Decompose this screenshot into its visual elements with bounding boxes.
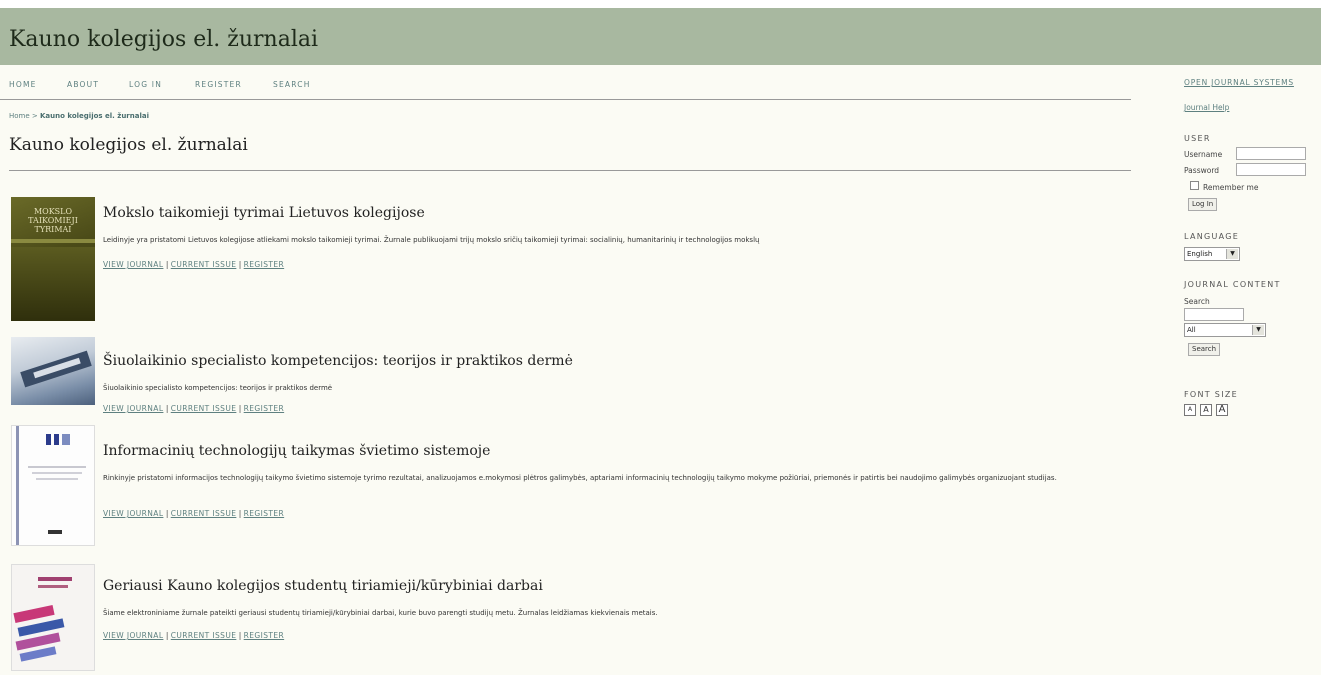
journal-cover-image[interactable]: MOKSLO TAIKOMIEJI TYRIMAI (11, 197, 95, 321)
current-issue-link[interactable]: CURRENT ISSUE (171, 631, 237, 640)
password-label: Password (1184, 166, 1220, 175)
current-issue-link[interactable]: CURRENT ISSUE (171, 404, 237, 413)
link-separator: | (238, 404, 242, 413)
journal-cover-image[interactable] (11, 337, 95, 405)
link-separator: | (165, 260, 169, 269)
journal-description: Rinkinyje pristatomi informacijos techno… (103, 474, 1057, 482)
page-title: Kauno kolegijos el. žurnalai (9, 135, 248, 155)
nav-log-in[interactable]: LOG IN (129, 80, 162, 89)
journal-title[interactable]: Šiuolaikinio specialisto kompetencijos: … (103, 353, 573, 369)
journal-title[interactable]: Mokslo taikomieji tyrimai Lietuvos koleg… (103, 205, 425, 221)
open-journal-systems-link[interactable]: OPEN JOURNAL SYSTEMS (1184, 78, 1294, 87)
language-selected-value: English (1187, 250, 1213, 258)
font-size-small-button[interactable]: A (1184, 404, 1196, 416)
login-button[interactable]: Log In (1188, 198, 1218, 211)
search-label: Search (1184, 297, 1210, 306)
breadcrumb: Home > Kauno kolegijos el. žurnalai (9, 112, 149, 120)
link-separator: | (238, 260, 242, 269)
register-link[interactable]: REGISTER (244, 260, 284, 269)
language-select[interactable]: English ▼ (1184, 247, 1240, 261)
journal-help-link[interactable]: Journal Help (1184, 103, 1229, 112)
journal-title[interactable]: Informacinių technologijų taikymas šviet… (103, 443, 490, 459)
top-navigation: HOME ABOUT LOG IN REGISTER SEARCH (0, 78, 1131, 100)
search-scope-selected-value: All (1187, 326, 1196, 334)
title-divider (9, 170, 1131, 171)
journal-content-heading: JOURNAL CONTENT (1184, 280, 1281, 289)
cover-title-line: MOKSLO (33, 207, 73, 216)
link-separator: | (165, 404, 169, 413)
font-size-controls: A A A (1184, 404, 1244, 418)
link-separator: | (238, 509, 242, 518)
password-field[interactable] (1236, 163, 1306, 176)
journal-title[interactable]: Geriausi Kauno kolegijos studentų tiriam… (103, 578, 543, 594)
nav-register[interactable]: REGISTER (195, 80, 242, 89)
journal-cover-image[interactable] (11, 564, 95, 671)
remember-me-label: Remember me (1203, 183, 1259, 192)
journal-description: Šiame elektroniniame žurnale pateikti ge… (103, 609, 658, 617)
breadcrumb-home[interactable]: Home (9, 112, 30, 120)
font-size-heading: FONT SIZE (1184, 390, 1238, 399)
breadcrumb-current: Kauno kolegijos el. žurnalai (40, 112, 149, 120)
register-link[interactable]: REGISTER (244, 509, 284, 518)
current-issue-link[interactable]: CURRENT ISSUE (171, 509, 237, 518)
breadcrumb-separator: > (29, 112, 40, 120)
link-separator: | (238, 631, 242, 640)
page: Kauno kolegijos el. žurnalai HOME ABOUT … (0, 8, 1321, 675)
user-heading: USER (1184, 134, 1211, 143)
journal-cover-image[interactable] (11, 425, 95, 546)
site-title: Kauno kolegijos el. žurnalai (9, 27, 319, 52)
username-field[interactable] (1236, 147, 1306, 160)
username-label: Username (1184, 150, 1223, 159)
nav-about[interactable]: ABOUT (67, 80, 99, 89)
current-issue-link[interactable]: CURRENT ISSUE (171, 260, 237, 269)
font-size-large-button[interactable]: A (1216, 404, 1228, 416)
nav-home[interactable]: HOME (9, 80, 37, 89)
chevron-down-icon: ▼ (1252, 325, 1264, 335)
cover-title-line: TYRIMAI (34, 225, 72, 234)
view-journal-link[interactable]: VIEW JOURNAL (103, 509, 163, 518)
journal-links: VIEW JOURNAL | CURRENT ISSUE | REGISTER (103, 404, 284, 413)
journal-links: VIEW JOURNAL | CURRENT ISSUE | REGISTER (103, 260, 284, 269)
journal-links: VIEW JOURNAL | CURRENT ISSUE | REGISTER (103, 631, 284, 640)
view-journal-link[interactable]: VIEW JOURNAL (103, 260, 163, 269)
journal-links: VIEW JOURNAL | CURRENT ISSUE | REGISTER (103, 509, 284, 518)
chevron-down-icon: ▼ (1226, 249, 1238, 259)
nav-search[interactable]: SEARCH (273, 80, 311, 89)
link-separator: | (165, 631, 169, 640)
journal-description: Leidinyje yra pristatomi Lietuvos kolegi… (103, 236, 760, 244)
cover-title-line: TAIKOMIEJI (28, 216, 78, 225)
link-separator: | (165, 509, 169, 518)
search-scope-select[interactable]: All ▼ (1184, 323, 1266, 337)
language-heading: LANGUAGE (1184, 232, 1240, 241)
register-link[interactable]: REGISTER (244, 631, 284, 640)
view-journal-link[interactable]: VIEW JOURNAL (103, 631, 163, 640)
register-link[interactable]: REGISTER (244, 404, 284, 413)
search-button[interactable]: Search (1188, 343, 1221, 356)
remember-me-checkbox[interactable] (1190, 181, 1199, 190)
view-journal-link[interactable]: VIEW JOURNAL (103, 404, 163, 413)
journal-description: Šiuolaikinio specialisto kompetencijos: … (103, 384, 333, 392)
font-size-medium-button[interactable]: A (1200, 404, 1212, 416)
site-header: Kauno kolegijos el. žurnalai (0, 8, 1321, 65)
search-input[interactable] (1184, 308, 1244, 321)
